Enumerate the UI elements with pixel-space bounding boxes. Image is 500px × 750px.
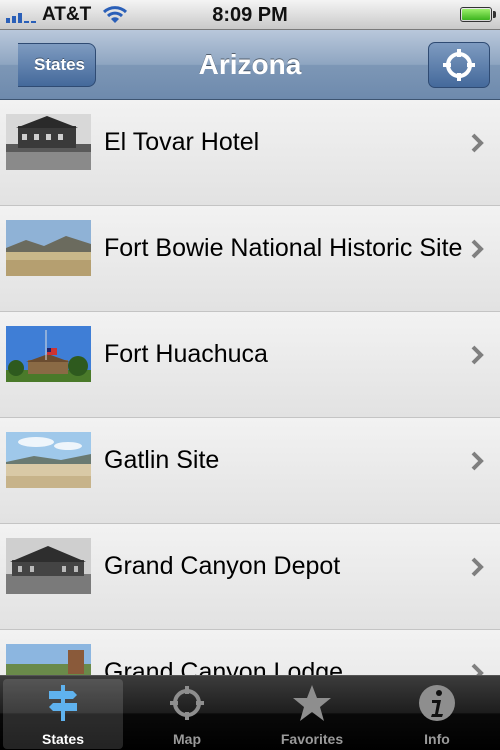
list-item[interactable]: Fort Bowie National Historic Site (0, 206, 500, 312)
info-icon (419, 685, 455, 721)
chevron-right-icon (471, 133, 484, 153)
list-item[interactable]: El Tovar Hotel (0, 100, 500, 206)
status-bar: AT&T 8:09 PM (0, 0, 500, 30)
chevron-right-icon (471, 663, 484, 675)
list-item-label: Fort Bowie National Historic Site (104, 234, 463, 262)
tab-label: Map (173, 731, 201, 747)
battery-icon (460, 7, 496, 22)
tab-label: Favorites (280, 731, 344, 747)
navigation-bar: Arizona States (0, 30, 500, 100)
list-item-label: El Tovar Hotel (104, 128, 260, 156)
landscape-thumbnail (6, 220, 91, 276)
depot-thumbnail (6, 538, 91, 594)
chevron-right-icon (471, 557, 484, 577)
back-button-label: States (33, 55, 86, 74)
signpost-icon (49, 685, 77, 721)
tab-info[interactable]: Info (377, 679, 497, 749)
back-button[interactable]: States (18, 43, 96, 87)
list-item[interactable]: Gatlin Site (0, 418, 500, 524)
tab-favorites[interactable]: Favorites (252, 679, 372, 749)
chevron-right-icon (471, 345, 484, 365)
locate-button[interactable] (428, 42, 490, 88)
tab-label: States (41, 731, 85, 747)
tab-label: Info (424, 731, 450, 747)
chevron-right-icon (471, 239, 484, 259)
list-item[interactable]: Grand Canyon Depot (0, 524, 500, 630)
chevron-right-icon (471, 451, 484, 471)
tab-bar: States Map Favorites Info (0, 675, 500, 750)
list-item-label: Fort Huachuca (104, 340, 268, 368)
list-item-label: Gatlin Site (104, 446, 220, 474)
list-item[interactable]: Fort Huachuca (0, 312, 500, 418)
desert-thumbnail (6, 432, 91, 488)
list-item[interactable]: Grand Canyon Lodge (0, 630, 500, 675)
crosshair-icon (443, 49, 475, 81)
tab-map[interactable]: Map (127, 679, 247, 749)
sites-list: El Tovar Hotel Fort Bowie National Histo… (0, 100, 500, 675)
clock: 8:09 PM (212, 4, 288, 26)
flag-building-thumbnail (6, 326, 91, 382)
lodge-thumbnail (6, 644, 91, 675)
hotel-thumbnail (6, 114, 91, 170)
tab-states[interactable]: States (3, 679, 123, 749)
crosshair-icon (170, 686, 204, 720)
list-item-label: Grand Canyon Depot (104, 552, 341, 580)
list-item-label: Grand Canyon Lodge (104, 658, 344, 675)
star-icon (293, 685, 331, 721)
